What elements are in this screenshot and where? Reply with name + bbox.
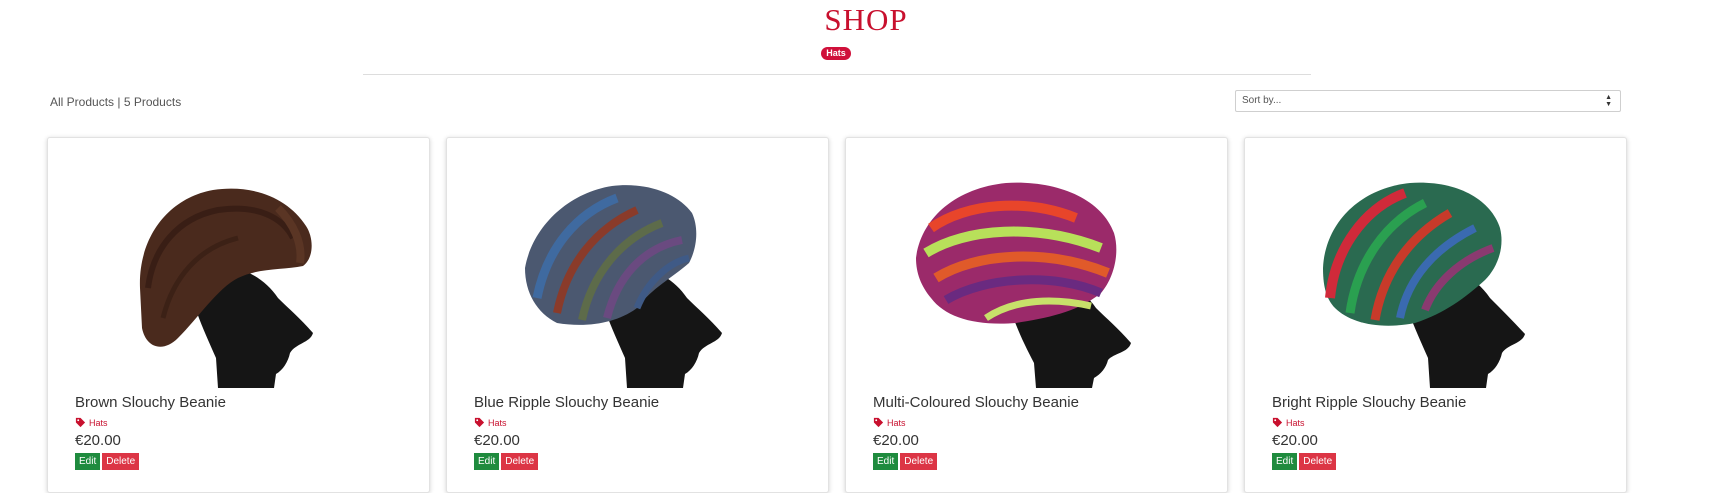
product-category[interactable]: Hats bbox=[474, 417, 507, 428]
product-image[interactable] bbox=[1275, 148, 1595, 388]
product-category-label: Hats bbox=[488, 417, 507, 428]
product-actions: Edit Delete bbox=[474, 453, 539, 470]
product-actions: Edit Delete bbox=[873, 453, 938, 470]
tag-icon bbox=[75, 417, 86, 428]
product-count-text: 5 Products bbox=[123, 95, 182, 109]
product-card[interactable]: Multi-Coloured Slouchy Beanie Hats €20.0… bbox=[845, 137, 1228, 493]
tag-icon bbox=[873, 417, 884, 428]
delete-button[interactable]: Delete bbox=[1299, 453, 1337, 470]
delete-button[interactable]: Delete bbox=[102, 453, 140, 470]
product-name[interactable]: Blue Ripple Slouchy Beanie bbox=[474, 394, 659, 411]
category-badge[interactable]: Hats bbox=[821, 47, 851, 60]
sort-select-value: Sort by... bbox=[1242, 95, 1282, 106]
product-price: €20.00 bbox=[873, 432, 919, 449]
product-actions: Edit Delete bbox=[75, 453, 140, 470]
product-count: All Products | 5 Products bbox=[50, 95, 181, 109]
header-divider bbox=[363, 74, 1311, 75]
product-name[interactable]: Brown Slouchy Beanie bbox=[75, 394, 226, 411]
product-price: €20.00 bbox=[1272, 432, 1318, 449]
tag-icon bbox=[1272, 417, 1283, 428]
product-category-label: Hats bbox=[89, 417, 108, 428]
edit-button[interactable]: Edit bbox=[75, 453, 101, 470]
sort-select[interactable]: Sort by... ▲ ▼ bbox=[1235, 90, 1621, 112]
product-category-label: Hats bbox=[1286, 417, 1305, 428]
edit-button[interactable]: Edit bbox=[873, 453, 899, 470]
page-title: SHOP bbox=[824, 2, 908, 37]
product-image[interactable] bbox=[477, 148, 797, 388]
product-card[interactable]: Blue Ripple Slouchy Beanie Hats €20.00 E… bbox=[446, 137, 829, 493]
product-category[interactable]: Hats bbox=[75, 417, 108, 428]
product-price: €20.00 bbox=[75, 432, 121, 449]
all-products-link[interactable]: All Products bbox=[50, 95, 114, 109]
product-name[interactable]: Multi-Coloured Slouchy Beanie bbox=[873, 394, 1079, 411]
product-name[interactable]: Bright Ripple Slouchy Beanie bbox=[1272, 394, 1466, 411]
product-image[interactable] bbox=[876, 148, 1196, 388]
product-category-label: Hats bbox=[887, 417, 906, 428]
product-image[interactable] bbox=[78, 148, 398, 388]
select-arrows-icon: ▲ ▼ bbox=[1605, 94, 1612, 108]
product-category[interactable]: Hats bbox=[1272, 417, 1305, 428]
edit-button[interactable]: Edit bbox=[474, 453, 500, 470]
product-actions: Edit Delete bbox=[1272, 453, 1337, 470]
delete-button[interactable]: Delete bbox=[900, 453, 938, 470]
product-category[interactable]: Hats bbox=[873, 417, 906, 428]
edit-button[interactable]: Edit bbox=[1272, 453, 1298, 470]
count-separator: | bbox=[114, 95, 124, 109]
delete-button[interactable]: Delete bbox=[501, 453, 539, 470]
product-price: €20.00 bbox=[474, 432, 520, 449]
product-card[interactable]: Bright Ripple Slouchy Beanie Hats €20.00… bbox=[1244, 137, 1627, 493]
product-card[interactable]: Brown Slouchy Beanie Hats €20.00 Edit De… bbox=[47, 137, 430, 493]
tag-icon bbox=[474, 417, 485, 428]
